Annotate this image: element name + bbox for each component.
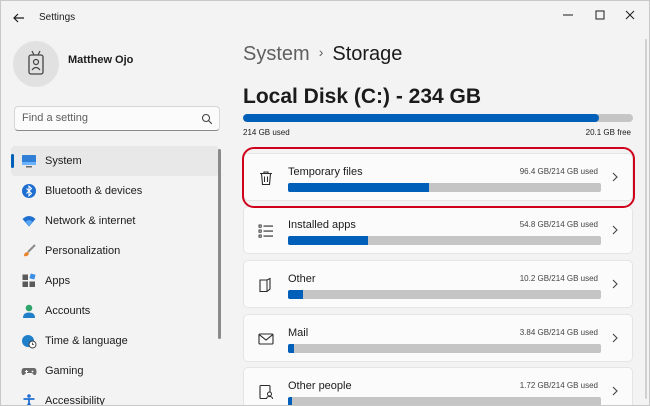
search-input[interactable] [22, 112, 197, 124]
list-icon [258, 224, 273, 238]
category-label: Installed apps [288, 219, 356, 231]
breadcrumb-parent[interactable]: System [243, 43, 310, 65]
chevron-right-icon [612, 279, 618, 289]
trash-icon [260, 171, 272, 186]
close-icon [625, 10, 635, 20]
sidebar-nav: System Bluetooth & devices Network & int… [11, 146, 219, 406]
sidebar-item-label: Gaming [45, 365, 84, 377]
category-usage-fill [288, 183, 429, 192]
id-badge-icon [28, 50, 44, 75]
category-usage-fill [288, 344, 294, 353]
storage-category-mail[interactable]: Mail 3.84 GB/214 GB used [243, 314, 633, 362]
category-usage-fill [288, 236, 369, 245]
category-label: Mail [288, 327, 309, 339]
avatar[interactable] [13, 41, 59, 87]
maximize-icon [595, 10, 605, 20]
storage-category-other[interactable]: Other 10.2 GB/214 GB used [243, 260, 633, 308]
minimize-icon [563, 14, 573, 16]
sidebar-item-label: Accounts [45, 305, 91, 317]
folder-icon [259, 277, 271, 293]
sidebar-item-time-language[interactable]: Time & language [11, 326, 219, 356]
globe-clock-icon [22, 335, 37, 349]
disk-title: Local Disk (C:) - 234 GB [243, 85, 482, 108]
category-label: Other people [288, 380, 352, 392]
category-usage-bar [288, 183, 601, 192]
disk-used-label: 214 GB used [243, 128, 290, 137]
sidebar-item-network[interactable]: Network & internet [11, 206, 219, 236]
back-arrow-icon [13, 13, 24, 23]
wifi-icon [22, 216, 36, 227]
chevron-right-icon [612, 386, 618, 396]
apps-icon [22, 273, 36, 287]
sidebar-item-label: Bluetooth & devices [45, 185, 143, 197]
category-size: 1.72 GB/214 GB used [519, 381, 598, 390]
category-usage-fill [288, 290, 304, 299]
category-label: Other [288, 273, 316, 285]
profile-name: Matthew Ojo [68, 54, 134, 66]
accessibility-icon [23, 394, 35, 405]
bluetooth-icon [22, 184, 36, 198]
chevron-right-icon [612, 225, 618, 235]
brush-icon [24, 244, 36, 257]
title-bar: Settings [1, 1, 649, 35]
sidebar-item-label: Time & language [45, 335, 128, 347]
category-size: 54.8 GB/214 GB used [519, 220, 598, 229]
monitor-icon [22, 155, 36, 168]
sidebar-item-apps[interactable]: Apps [11, 266, 219, 296]
page-title: Storage [332, 43, 403, 65]
category-usage-bar [288, 397, 601, 405]
disk-free-label: 20.1 GB free [585, 128, 631, 137]
sidebar-item-personalization[interactable]: Personalization [11, 236, 219, 266]
category-usage-fill [288, 397, 292, 405]
close-button[interactable] [615, 4, 645, 26]
category-size: 3.84 GB/214 GB used [519, 328, 598, 337]
settings-window: Settings Matthew Ojo Find a setting Syst… [0, 0, 650, 406]
disk-usage-bar [243, 114, 633, 122]
breadcrumb: System › Storage [243, 43, 402, 66]
category-label: Temporary files [288, 166, 363, 178]
sidebar-item-label: Accessibility [45, 395, 105, 406]
search-box [14, 106, 220, 131]
storage-category-other-people[interactable]: Other people 1.72 GB/214 GB used [243, 367, 633, 405]
people-icon [259, 384, 273, 400]
category-usage-bar [288, 290, 601, 299]
category-size: 10.2 GB/214 GB used [519, 274, 598, 283]
disk-usage-fill [243, 114, 600, 122]
mail-icon [258, 333, 274, 345]
storage-category-temporary-files[interactable]: Temporary files 96.4 GB/214 GB used [243, 153, 633, 201]
sidebar-item-label: Network & internet [45, 215, 136, 227]
category-usage-bar [288, 236, 601, 245]
sidebar-item-gaming[interactable]: Gaming [11, 356, 219, 386]
person-icon [23, 304, 35, 318]
sidebar-item-accounts[interactable]: Accounts [11, 296, 219, 326]
breadcrumb-separator: › [318, 44, 324, 60]
maximize-button[interactable] [585, 4, 615, 26]
search-icon[interactable] [201, 113, 213, 125]
chevron-right-icon [612, 333, 618, 343]
category-usage-bar [288, 344, 601, 353]
sidebar-item-accessibility[interactable]: Accessibility [11, 386, 219, 406]
chevron-right-icon [612, 172, 618, 182]
app-title: Settings [39, 12, 76, 23]
sidebar-item-bluetooth[interactable]: Bluetooth & devices [11, 176, 219, 206]
sidebar-item-system[interactable]: System [11, 146, 219, 176]
gamepad-icon [21, 368, 37, 376]
sidebar-scrollbar[interactable] [218, 149, 221, 339]
storage-category-installed-apps[interactable]: Installed apps 54.8 GB/214 GB used [243, 206, 633, 254]
minimize-button[interactable] [553, 4, 583, 26]
category-size: 96.4 GB/214 GB used [519, 167, 598, 176]
back-button[interactable] [10, 9, 28, 27]
sidebar-item-label: System [45, 155, 82, 167]
main-scrollbar[interactable] [645, 39, 647, 399]
sidebar-item-label: Personalization [45, 245, 121, 257]
sidebar-item-label: Apps [45, 275, 71, 287]
